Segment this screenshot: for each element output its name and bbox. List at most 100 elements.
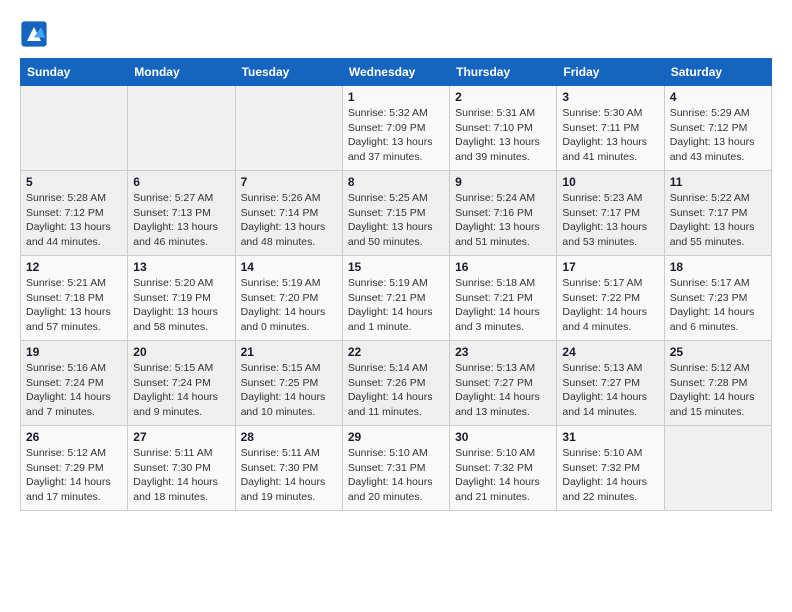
day-info: Sunrise: 5:20 AM Sunset: 7:19 PM Dayligh…	[133, 276, 229, 335]
day-info: Sunrise: 5:19 AM Sunset: 7:20 PM Dayligh…	[241, 276, 337, 335]
calendar-header-row: SundayMondayTuesdayWednesdayThursdayFrid…	[21, 59, 772, 86]
day-info: Sunrise: 5:16 AM Sunset: 7:24 PM Dayligh…	[26, 361, 122, 420]
day-number: 21	[241, 345, 337, 359]
calendar-cell: 24 Sunrise: 5:13 AM Sunset: 7:27 PM Dayli…	[557, 341, 664, 426]
calendar-cell: 12 Sunrise: 5:21 AM Sunset: 7:18 PM Dayli…	[21, 256, 128, 341]
calendar: SundayMondayTuesdayWednesdayThursdayFrid…	[20, 58, 772, 511]
calendar-cell: 18Sunrise: 5:17 AM Sunset: 7:23 PM Dayli…	[664, 256, 771, 341]
day-info: Sunrise: 5:11 AM Sunset: 7:30 PM Dayligh…	[241, 446, 337, 505]
day-number: 25	[670, 345, 766, 359]
day-number: 22	[348, 345, 444, 359]
day-info: Sunrise: 5:12 AM Sunset: 7:28 PM Dayligh…	[670, 361, 766, 420]
weekday-header: Monday	[128, 59, 235, 86]
calendar-cell: 13 Sunrise: 5:20 AM Sunset: 7:19 PM Dayli…	[128, 256, 235, 341]
calendar-cell	[664, 426, 771, 511]
calendar-cell: 6 Sunrise: 5:27 AM Sunset: 7:13 PM Daylig…	[128, 171, 235, 256]
day-info: Sunrise: 5:25 AM Sunset: 7:15 PM Dayligh…	[348, 191, 444, 250]
calendar-cell: 8 Sunrise: 5:25 AM Sunset: 7:15 PM Daylig…	[342, 171, 449, 256]
weekday-header: Thursday	[450, 59, 557, 86]
calendar-cell: 11 Sunrise: 5:22 AM Sunset: 7:17 PM Dayli…	[664, 171, 771, 256]
weekday-header: Wednesday	[342, 59, 449, 86]
calendar-cell	[235, 86, 342, 171]
day-info: Sunrise: 5:22 AM Sunset: 7:17 PM Dayligh…	[670, 191, 766, 250]
calendar-cell: 5Sunrise: 5:28 AM Sunset: 7:12 PM Daylig…	[21, 171, 128, 256]
day-number: 16	[455, 260, 551, 274]
calendar-cell: 4 Sunrise: 5:29 AM Sunset: 7:12 PM Daylig…	[664, 86, 771, 171]
day-info: Sunrise: 5:11 AM Sunset: 7:30 PM Dayligh…	[133, 446, 229, 505]
calendar-cell: 10Sunrise: 5:23 AM Sunset: 7:17 PM Dayli…	[557, 171, 664, 256]
day-number: 30	[455, 430, 551, 444]
calendar-cell	[128, 86, 235, 171]
calendar-cell: 28Sunrise: 5:11 AM Sunset: 7:30 PM Dayli…	[235, 426, 342, 511]
weekday-header: Tuesday	[235, 59, 342, 86]
day-info: Sunrise: 5:26 AM Sunset: 7:14 PM Dayligh…	[241, 191, 337, 250]
calendar-cell: 19 Sunrise: 5:16 AM Sunset: 7:24 PM Dayli…	[21, 341, 128, 426]
calendar-week-row: 5Sunrise: 5:28 AM Sunset: 7:12 PM Daylig…	[21, 171, 772, 256]
day-number: 23	[455, 345, 551, 359]
day-number: 14	[241, 260, 337, 274]
day-info: Sunrise: 5:14 AM Sunset: 7:26 PM Dayligh…	[348, 361, 444, 420]
calendar-cell: 25 Sunrise: 5:12 AM Sunset: 7:28 PM Dayli…	[664, 341, 771, 426]
day-number: 24	[562, 345, 658, 359]
day-number: 3	[562, 90, 658, 104]
day-info: Sunrise: 5:31 AM Sunset: 7:10 PM Dayligh…	[455, 106, 551, 165]
day-number: 9	[455, 175, 551, 189]
calendar-cell: 14 Sunrise: 5:19 AM Sunset: 7:20 PM Dayli…	[235, 256, 342, 341]
day-number: 13	[133, 260, 229, 274]
day-number: 12	[26, 260, 122, 274]
day-info: Sunrise: 5:17 AM Sunset: 7:23 PM Dayligh…	[670, 276, 766, 335]
day-number: 10	[562, 175, 658, 189]
calendar-cell: 21 Sunrise: 5:15 AM Sunset: 7:25 PM Dayli…	[235, 341, 342, 426]
day-number: 1	[348, 90, 444, 104]
day-number: 15	[348, 260, 444, 274]
day-info: Sunrise: 5:13 AM Sunset: 7:27 PM Dayligh…	[562, 361, 658, 420]
calendar-cell: 7 Sunrise: 5:26 AM Sunset: 7:14 PM Daylig…	[235, 171, 342, 256]
calendar-cell: 15Sunrise: 5:19 AM Sunset: 7:21 PM Dayli…	[342, 256, 449, 341]
day-number: 26	[26, 430, 122, 444]
day-info: Sunrise: 5:10 AM Sunset: 7:32 PM Dayligh…	[562, 446, 658, 505]
calendar-cell	[21, 86, 128, 171]
calendar-cell: 2Sunrise: 5:31 AM Sunset: 7:10 PM Daylig…	[450, 86, 557, 171]
day-number: 11	[670, 175, 766, 189]
weekday-header: Sunday	[21, 59, 128, 86]
calendar-week-row: 26Sunrise: 5:12 AM Sunset: 7:29 PM Dayli…	[21, 426, 772, 511]
day-info: Sunrise: 5:18 AM Sunset: 7:21 PM Dayligh…	[455, 276, 551, 335]
day-number: 4	[670, 90, 766, 104]
day-info: Sunrise: 5:15 AM Sunset: 7:25 PM Dayligh…	[241, 361, 337, 420]
calendar-cell: 1 Sunrise: 5:32 AM Sunset: 7:09 PM Daylig…	[342, 86, 449, 171]
calendar-week-row: 12 Sunrise: 5:21 AM Sunset: 7:18 PM Dayli…	[21, 256, 772, 341]
calendar-cell: 16 Sunrise: 5:18 AM Sunset: 7:21 PM Dayli…	[450, 256, 557, 341]
weekday-header: Friday	[557, 59, 664, 86]
calendar-cell: 31Sunrise: 5:10 AM Sunset: 7:32 PM Dayli…	[557, 426, 664, 511]
day-info: Sunrise: 5:17 AM Sunset: 7:22 PM Dayligh…	[562, 276, 658, 335]
day-info: Sunrise: 5:32 AM Sunset: 7:09 PM Dayligh…	[348, 106, 444, 165]
day-info: Sunrise: 5:10 AM Sunset: 7:31 PM Dayligh…	[348, 446, 444, 505]
calendar-cell: 27Sunrise: 5:11 AM Sunset: 7:30 PM Dayli…	[128, 426, 235, 511]
logo-icon	[20, 20, 48, 48]
day-info: Sunrise: 5:13 AM Sunset: 7:27 PM Dayligh…	[455, 361, 551, 420]
day-info: Sunrise: 5:30 AM Sunset: 7:11 PM Dayligh…	[562, 106, 658, 165]
page-header	[20, 20, 772, 48]
day-number: 5	[26, 175, 122, 189]
day-number: 29	[348, 430, 444, 444]
calendar-cell: 9Sunrise: 5:24 AM Sunset: 7:16 PM Daylig…	[450, 171, 557, 256]
day-info: Sunrise: 5:27 AM Sunset: 7:13 PM Dayligh…	[133, 191, 229, 250]
day-info: Sunrise: 5:21 AM Sunset: 7:18 PM Dayligh…	[26, 276, 122, 335]
day-number: 7	[241, 175, 337, 189]
day-info: Sunrise: 5:29 AM Sunset: 7:12 PM Dayligh…	[670, 106, 766, 165]
day-number: 19	[26, 345, 122, 359]
calendar-cell: 30 Sunrise: 5:10 AM Sunset: 7:32 PM Dayli…	[450, 426, 557, 511]
logo	[20, 20, 52, 48]
calendar-cell: 22 Sunrise: 5:14 AM Sunset: 7:26 PM Dayli…	[342, 341, 449, 426]
day-number: 6	[133, 175, 229, 189]
calendar-cell: 20Sunrise: 5:15 AM Sunset: 7:24 PM Dayli…	[128, 341, 235, 426]
calendar-week-row: 1 Sunrise: 5:32 AM Sunset: 7:09 PM Daylig…	[21, 86, 772, 171]
day-number: 17	[562, 260, 658, 274]
weekday-header: Saturday	[664, 59, 771, 86]
day-info: Sunrise: 5:15 AM Sunset: 7:24 PM Dayligh…	[133, 361, 229, 420]
calendar-week-row: 19 Sunrise: 5:16 AM Sunset: 7:24 PM Dayli…	[21, 341, 772, 426]
calendar-cell: 29 Sunrise: 5:10 AM Sunset: 7:31 PM Dayli…	[342, 426, 449, 511]
calendar-cell: 23 Sunrise: 5:13 AM Sunset: 7:27 PM Dayli…	[450, 341, 557, 426]
day-number: 8	[348, 175, 444, 189]
day-info: Sunrise: 5:10 AM Sunset: 7:32 PM Dayligh…	[455, 446, 551, 505]
